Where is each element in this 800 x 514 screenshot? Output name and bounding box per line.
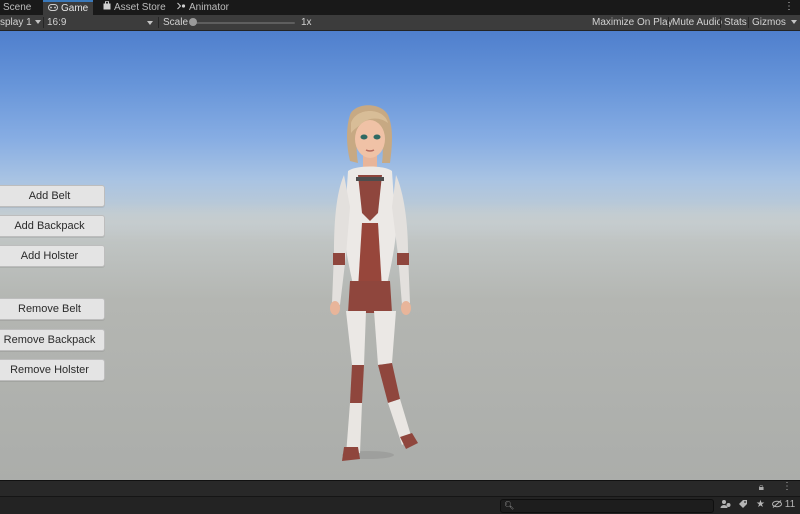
chevron-down-icon (34, 20, 41, 25)
star-icon[interactable]: ★ (756, 499, 765, 511)
character-model (330, 105, 418, 461)
scale-value: 1x (301, 17, 312, 28)
tab-scene[interactable]: Scene (0, 0, 36, 15)
game-viewport[interactable]: Add Belt Add Backpack Add Holster Remove… (0, 31, 800, 480)
add-belt-button[interactable]: Add Belt (0, 185, 105, 207)
tab-animator-label: Animator (189, 2, 230, 13)
mute-audio-toggle[interactable]: Mute Audio (672, 15, 722, 30)
remove-backpack-button[interactable]: Remove Backpack (0, 329, 105, 351)
search-icon: 🔍︎ (504, 501, 515, 510)
lock-icon[interactable]: 🔒︎ (759, 482, 764, 493)
toolbar-divider (43, 17, 44, 28)
display-dropdown-label: splay 1 (0, 17, 32, 28)
maximize-on-play-toggle[interactable]: Maximize On Play (592, 15, 673, 30)
chevron-down-icon (147, 21, 153, 25)
tab-asset-store[interactable]: Asset Store (98, 0, 171, 15)
hidden-count: 11 (784, 499, 796, 510)
game-controller-icon (48, 2, 58, 15)
remove-holster-button[interactable]: Remove Holster (0, 359, 105, 381)
shopping-bag-icon (103, 0, 111, 15)
display-dropdown[interactable]: splay 1 (0, 15, 41, 30)
toolbar-divider (748, 17, 749, 28)
more-options-icon[interactable]: ⋮ (782, 481, 792, 492)
aspect-ratio-dropdown[interactable]: 16:9 (47, 15, 155, 30)
toolbar-divider (158, 17, 159, 28)
scale-slider-handle[interactable] (189, 18, 197, 26)
game-view-toolbar: splay 1 16:9 Scale 1x Maximize On Play M… (0, 15, 800, 31)
tag-icon[interactable] (738, 499, 748, 513)
more-options-icon[interactable]: ⋮ (784, 1, 794, 13)
gizmos-dropdown[interactable]: Gizmos (752, 15, 797, 30)
toolbar-divider (720, 17, 721, 28)
add-holster-button[interactable]: Add Holster (0, 245, 105, 267)
eye-slash-icon (772, 499, 785, 510)
status-bar: 🔍︎ ★ 11 (0, 496, 800, 514)
animator-icon (177, 0, 186, 15)
search-field[interactable]: 🔍︎ (500, 499, 714, 513)
editor-tab-bar: Scene Game Asset Store Animator ⋮ (0, 0, 800, 16)
panel-footer: 🔒︎ ⋮ (0, 480, 800, 496)
aspect-ratio-label: 16:9 (47, 17, 67, 28)
stats-toggle[interactable]: Stats (724, 15, 747, 30)
tab-animator[interactable]: Animator (172, 0, 234, 15)
tab-game-label: Game (61, 3, 89, 14)
toolbar-divider (668, 17, 669, 28)
gizmos-label: Gizmos (752, 17, 786, 28)
tab-game[interactable]: Game (43, 0, 94, 15)
people-icon[interactable] (720, 499, 731, 513)
hidden-objects-toggle[interactable]: 11 (772, 499, 795, 511)
scale-slider-track[interactable] (191, 22, 295, 24)
add-backpack-button[interactable]: Add Backpack (0, 215, 105, 237)
remove-belt-button[interactable]: Remove Belt (0, 298, 105, 320)
chevron-down-icon (790, 20, 797, 25)
tab-scene-label: Scene (3, 2, 32, 13)
scale-label: Scale (163, 17, 189, 28)
tab-asset-store-label: Asset Store (114, 2, 166, 13)
